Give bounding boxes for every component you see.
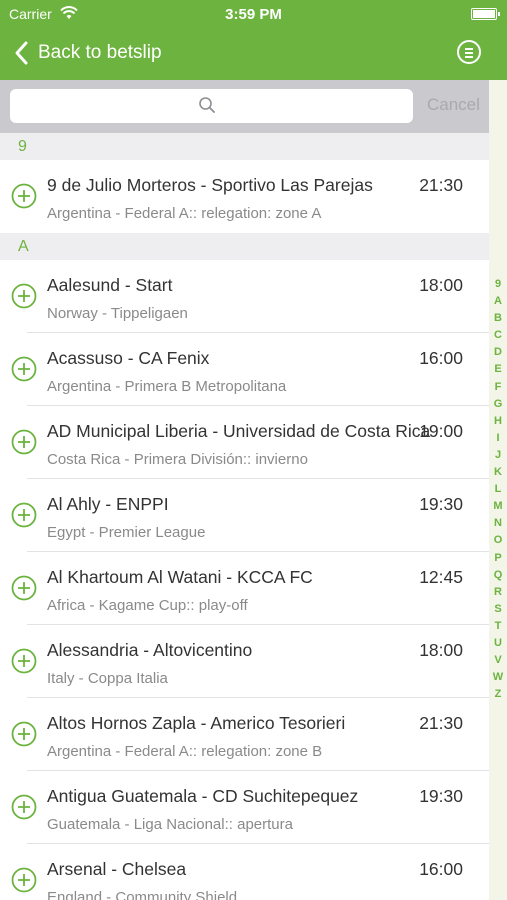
index-letter[interactable]: L (489, 481, 507, 498)
match-time: 19:30 (419, 494, 463, 514)
match-time: 18:00 (419, 275, 463, 295)
match-time: 12:45 (419, 567, 463, 587)
plus-circle-icon[interactable] (11, 283, 37, 309)
chevron-left-icon (15, 41, 28, 65)
plus-circle-icon[interactable] (11, 502, 37, 528)
index-letter[interactable]: Q (489, 567, 507, 584)
match-title: Alessandria - Altovicentino (47, 640, 253, 660)
index-letter[interactable]: F (489, 379, 507, 396)
index-letter[interactable]: E (489, 361, 507, 378)
match-league: Egypt - Premier League (47, 524, 206, 541)
match-time: 18:00 (419, 640, 463, 660)
match-time: 19:30 (419, 786, 463, 806)
back-button-label: Back to betslip (38, 42, 162, 63)
index-letter[interactable]: A (489, 293, 507, 310)
index-letter[interactable]: Z (489, 686, 507, 703)
match-row[interactable]: AD Municipal Liberia - Universidad de Co… (0, 406, 489, 479)
match-title: Al Ahly - ENPPI (47, 494, 169, 514)
index-letter[interactable]: G (489, 396, 507, 413)
status-time: 3:59 PM (225, 6, 282, 23)
cancel-button[interactable]: Cancel (427, 95, 480, 115)
match-title: Al Khartoum Al Watani - KCCA FC (47, 567, 313, 587)
match-league: Costa Rica - Primera División:: invierno (47, 451, 308, 468)
index-letter[interactable]: 9 (489, 276, 507, 293)
match-title: Altos Hornos Zapla - Americo Tesorieri (47, 713, 346, 733)
match-list: 9 9 de Julio Morteros - Sportivo Las Par… (0, 133, 489, 900)
index-letter[interactable]: P (489, 550, 507, 567)
match-time: 21:30 (419, 175, 463, 195)
index-letter[interactable]: H (489, 413, 507, 430)
plus-circle-icon[interactable] (11, 356, 37, 382)
list-circle-icon (465, 48, 473, 50)
match-row[interactable]: Al Ahly - ENPPI Egypt - Premier League 1… (0, 479, 489, 552)
index-letter[interactable]: U (489, 635, 507, 652)
index-letter[interactable]: R (489, 584, 507, 601)
match-league: Argentina - Federal A:: relegation: zone… (47, 205, 322, 222)
index-letter[interactable]: O (489, 532, 507, 549)
match-time: 19:00 (419, 421, 463, 441)
match-title: Arsenal - Chelsea (47, 859, 187, 879)
index-letter[interactable]: T (489, 618, 507, 635)
plus-circle-icon[interactable] (11, 648, 37, 674)
plus-circle-icon[interactable] (11, 867, 37, 893)
match-row[interactable]: Arsenal - Chelsea England - Community Sh… (0, 844, 489, 900)
back-button[interactable]: Back to betslip (12, 38, 162, 68)
index-letters: 9 A B C D E F G H I J K L M N O P Q R S … (489, 276, 507, 703)
match-row[interactable]: Acassuso - CA Fenix Argentina - Primera … (0, 333, 489, 406)
match-time: 21:30 (419, 713, 463, 733)
match-time: 16:00 (419, 859, 463, 879)
match-title: 9 de Julio Morteros - Sportivo Las Parej… (47, 175, 373, 195)
index-letter[interactable]: D (489, 344, 507, 361)
match-title: Antigua Guatemala - CD Suchitepequez (47, 786, 359, 806)
match-row[interactable]: 9 de Julio Morteros - Sportivo Las Parej… (0, 160, 489, 233)
menu-button[interactable] (457, 40, 481, 64)
match-row[interactable]: Alessandria - Altovicentino Italy - Copp… (0, 625, 489, 698)
match-row[interactable]: Antigua Guatemala - CD Suchitepequez Gua… (0, 771, 489, 844)
match-title: Acassuso - CA Fenix (47, 348, 210, 368)
plus-circle-icon[interactable] (11, 575, 37, 601)
match-league: Argentina - Federal A:: relegation: zone… (47, 743, 323, 760)
match-row[interactable]: Al Khartoum Al Watani - KCCA FC Africa -… (0, 552, 489, 625)
index-letter[interactable]: S (489, 601, 507, 618)
plus-circle-icon[interactable] (11, 794, 37, 820)
match-time: 16:00 (419, 348, 463, 368)
match-league: Guatemala - Liga Nacional:: apertura (47, 816, 293, 833)
index-letter[interactable]: M (489, 498, 507, 515)
battery-icon (471, 8, 500, 20)
match-title: Aalesund - Start (47, 275, 173, 295)
section-header: 9 (0, 133, 489, 160)
nav-header: Carrier 3:59 PM Back to betslip (0, 0, 507, 80)
index-letter[interactable]: C (489, 327, 507, 344)
index-letter[interactable]: K (489, 464, 507, 481)
index-letter[interactable]: V (489, 652, 507, 669)
section-header: A (0, 233, 489, 260)
plus-circle-icon[interactable] (11, 429, 37, 455)
match-league: Argentina - Primera B Metropolitana (47, 378, 287, 395)
index-letter[interactable]: J (489, 447, 507, 464)
search-bar: Cancel (0, 80, 489, 133)
index-letter[interactable]: N (489, 515, 507, 532)
match-league: Norway - Tippeligaen (47, 305, 188, 322)
match-row[interactable]: Aalesund - Start Norway - Tippeligaen 18… (0, 260, 489, 333)
index-letter[interactable]: B (489, 310, 507, 327)
match-row[interactable]: Altos Hornos Zapla - Americo Tesorieri A… (0, 698, 489, 771)
plus-circle-icon[interactable] (11, 721, 37, 747)
search-icon (199, 97, 215, 113)
index-letter[interactable]: I (489, 430, 507, 447)
match-league: England - Community Shield (47, 889, 238, 900)
plus-circle-icon[interactable] (11, 183, 37, 209)
status-bar: Carrier 3:59 PM (0, 0, 507, 28)
match-league: Africa - Kagame Cup:: play-off (47, 597, 248, 614)
section-index[interactable]: 9 A B C D E F G H I J K L M N O P Q R S … (489, 80, 507, 900)
match-title: AD Municipal Liberia - Universidad de Co… (47, 421, 431, 441)
index-letter[interactable]: W (489, 669, 507, 686)
match-league: Italy - Coppa Italia (47, 670, 168, 687)
